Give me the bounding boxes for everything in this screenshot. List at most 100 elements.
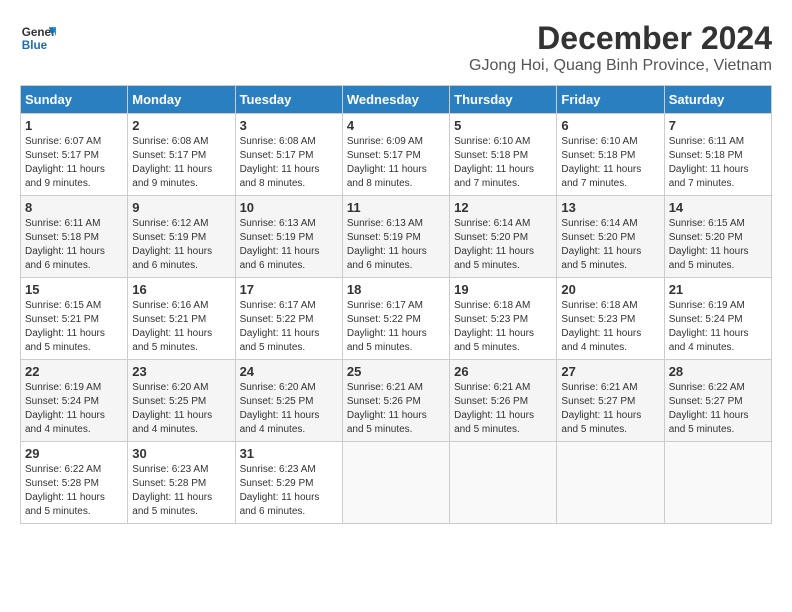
day-number: 22 (25, 364, 123, 379)
day-info: Sunrise: 6:22 AMSunset: 5:27 PMDaylight:… (669, 381, 767, 437)
calendar-cell: 28 Sunrise: 6:22 AMSunset: 5:27 PMDayligh… (664, 360, 771, 442)
day-number: 1 (25, 118, 123, 133)
day-number: 11 (347, 200, 445, 215)
day-info: Sunrise: 6:07 AMSunset: 5:17 PMDaylight:… (25, 135, 123, 191)
day-info: Sunrise: 6:12 AMSunset: 5:19 PMDaylight:… (132, 217, 230, 273)
day-number: 18 (347, 282, 445, 297)
calendar-cell: 15 Sunrise: 6:15 AMSunset: 5:21 PMDayligh… (21, 278, 128, 360)
column-header-monday: Monday (128, 86, 235, 114)
day-number: 23 (132, 364, 230, 379)
day-number: 29 (25, 446, 123, 461)
day-info: Sunrise: 6:15 AMSunset: 5:20 PMDaylight:… (669, 217, 767, 273)
day-info: Sunrise: 6:19 AMSunset: 5:24 PMDaylight:… (25, 381, 123, 437)
calendar-cell (557, 442, 664, 524)
day-info: Sunrise: 6:17 AMSunset: 5:22 PMDaylight:… (347, 299, 445, 355)
day-info: Sunrise: 6:18 AMSunset: 5:23 PMDaylight:… (454, 299, 552, 355)
day-number: 16 (132, 282, 230, 297)
header-row: SundayMondayTuesdayWednesdayThursdayFrid… (21, 86, 772, 114)
calendar-cell: 14 Sunrise: 6:15 AMSunset: 5:20 PMDayligh… (664, 196, 771, 278)
calendar-cell (342, 442, 449, 524)
day-info: Sunrise: 6:21 AMSunset: 5:27 PMDaylight:… (561, 381, 659, 437)
calendar-cell: 29 Sunrise: 6:22 AMSunset: 5:28 PMDayligh… (21, 442, 128, 524)
column-header-wednesday: Wednesday (342, 86, 449, 114)
day-info: Sunrise: 6:14 AMSunset: 5:20 PMDaylight:… (561, 217, 659, 273)
day-number: 25 (347, 364, 445, 379)
day-info: Sunrise: 6:11 AMSunset: 5:18 PMDaylight:… (25, 217, 123, 273)
day-number: 14 (669, 200, 767, 215)
day-info: Sunrise: 6:08 AMSunset: 5:17 PMDaylight:… (132, 135, 230, 191)
day-number: 8 (25, 200, 123, 215)
page-container: General Blue General Blue December 2024 … (20, 20, 772, 524)
calendar-cell: 7 Sunrise: 6:11 AMSunset: 5:18 PMDaylight… (664, 114, 771, 196)
day-number: 13 (561, 200, 659, 215)
day-number: 7 (669, 118, 767, 133)
calendar-cell: 10Sunrise: 6:13 AMSunset: 5:19 PMDayligh… (235, 196, 342, 278)
calendar-cell: 21Sunrise: 6:19 AMSunset: 5:24 PMDayligh… (664, 278, 771, 360)
day-info: Sunrise: 6:16 AMSunset: 5:21 PMDaylight:… (132, 299, 230, 355)
calendar-cell: 30 Sunrise: 6:23 AMSunset: 5:28 PMDayligh… (128, 442, 235, 524)
calendar-cell: 6 Sunrise: 6:10 AMSunset: 5:18 PMDaylight… (557, 114, 664, 196)
title-area: December 2024 GJong Hoi, Quang Binh Prov… (469, 20, 772, 75)
day-info: Sunrise: 6:10 AMSunset: 5:18 PMDaylight:… (454, 135, 552, 191)
day-info: Sunrise: 6:22 AMSunset: 5:28 PMDaylight:… (25, 463, 123, 519)
day-info: Sunrise: 6:11 AMSunset: 5:18 PMDaylight:… (669, 135, 767, 191)
calendar-cell: 2 Sunrise: 6:08 AMSunset: 5:17 PMDaylight… (128, 114, 235, 196)
calendar-cell: 4 Sunrise: 6:09 AMSunset: 5:17 PMDaylight… (342, 114, 449, 196)
day-info: Sunrise: 6:08 AMSunset: 5:17 PMDaylight:… (240, 135, 338, 191)
calendar-cell: 24 Sunrise: 6:20 AMSunset: 5:25 PMDayligh… (235, 360, 342, 442)
day-number: 26 (454, 364, 552, 379)
calendar-cell: 3 Sunrise: 6:08 AMSunset: 5:17 PMDaylight… (235, 114, 342, 196)
day-info: Sunrise: 6:23 AMSunset: 5:29 PMDaylight:… (240, 463, 338, 519)
logo-icon: General Blue (20, 20, 56, 56)
day-number: 15 (25, 282, 123, 297)
day-number: 2 (132, 118, 230, 133)
week-row-3: 15 Sunrise: 6:15 AMSunset: 5:21 PMDayligh… (21, 278, 772, 360)
calendar-cell: 11 Sunrise: 6:13 AMSunset: 5:19 PMDayligh… (342, 196, 449, 278)
calendar-cell: 31Sunrise: 6:23 AMSunset: 5:29 PMDayligh… (235, 442, 342, 524)
day-number: 3 (240, 118, 338, 133)
calendar-title: December 2024 (469, 20, 772, 57)
day-number: 12 (454, 200, 552, 215)
day-number: 9 (132, 200, 230, 215)
day-info: Sunrise: 6:20 AMSunset: 5:25 PMDaylight:… (132, 381, 230, 437)
calendar-cell: 12 Sunrise: 6:14 AMSunset: 5:20 PMDayligh… (450, 196, 557, 278)
week-row-5: 29 Sunrise: 6:22 AMSunset: 5:28 PMDayligh… (21, 442, 772, 524)
week-row-1: 1 Sunrise: 6:07 AMSunset: 5:17 PMDaylight… (21, 114, 772, 196)
day-info: Sunrise: 6:10 AMSunset: 5:18 PMDaylight:… (561, 135, 659, 191)
day-info: Sunrise: 6:17 AMSunset: 5:22 PMDaylight:… (240, 299, 338, 355)
calendar-cell: 25 Sunrise: 6:21 AMSunset: 5:26 PMDayligh… (342, 360, 449, 442)
calendar-cell: 19 Sunrise: 6:18 AMSunset: 5:23 PMDayligh… (450, 278, 557, 360)
day-number: 28 (669, 364, 767, 379)
calendar-cell: 8 Sunrise: 6:11 AMSunset: 5:18 PMDaylight… (21, 196, 128, 278)
day-number: 19 (454, 282, 552, 297)
calendar-cell: 23 Sunrise: 6:20 AMSunset: 5:25 PMDayligh… (128, 360, 235, 442)
day-number: 5 (454, 118, 552, 133)
day-info: Sunrise: 6:14 AMSunset: 5:20 PMDaylight:… (454, 217, 552, 273)
calendar-subtitle: GJong Hoi, Quang Binh Province, Vietnam (469, 57, 772, 75)
day-number: 24 (240, 364, 338, 379)
day-info: Sunrise: 6:19 AMSunset: 5:24 PMDaylight:… (669, 299, 767, 355)
day-number: 20 (561, 282, 659, 297)
calendar-cell: 17Sunrise: 6:17 AMSunset: 5:22 PMDayligh… (235, 278, 342, 360)
day-info: Sunrise: 6:18 AMSunset: 5:23 PMDaylight:… (561, 299, 659, 355)
day-info: Sunrise: 6:09 AMSunset: 5:17 PMDaylight:… (347, 135, 445, 191)
day-info: Sunrise: 6:13 AMSunset: 5:19 PMDaylight:… (347, 217, 445, 273)
calendar-cell: 20 Sunrise: 6:18 AMSunset: 5:23 PMDayligh… (557, 278, 664, 360)
day-info: Sunrise: 6:23 AMSunset: 5:28 PMDaylight:… (132, 463, 230, 519)
day-info: Sunrise: 6:13 AMSunset: 5:19 PMDaylight:… (240, 217, 338, 273)
calendar-cell: 5 Sunrise: 6:10 AMSunset: 5:18 PMDaylight… (450, 114, 557, 196)
day-number: 4 (347, 118, 445, 133)
day-info: Sunrise: 6:21 AMSunset: 5:26 PMDaylight:… (347, 381, 445, 437)
calendar-cell: 1 Sunrise: 6:07 AMSunset: 5:17 PMDaylight… (21, 114, 128, 196)
calendar-cell (664, 442, 771, 524)
calendar-cell: 16 Sunrise: 6:16 AMSunset: 5:21 PMDayligh… (128, 278, 235, 360)
day-number: 30 (132, 446, 230, 461)
day-info: Sunrise: 6:20 AMSunset: 5:25 PMDaylight:… (240, 381, 338, 437)
svg-text:Blue: Blue (22, 39, 48, 52)
calendar-cell (450, 442, 557, 524)
day-number: 6 (561, 118, 659, 133)
calendar-cell: 9 Sunrise: 6:12 AMSunset: 5:19 PMDaylight… (128, 196, 235, 278)
week-row-2: 8 Sunrise: 6:11 AMSunset: 5:18 PMDaylight… (21, 196, 772, 278)
logo: General Blue General Blue (20, 20, 56, 56)
day-info: Sunrise: 6:15 AMSunset: 5:21 PMDaylight:… (25, 299, 123, 355)
